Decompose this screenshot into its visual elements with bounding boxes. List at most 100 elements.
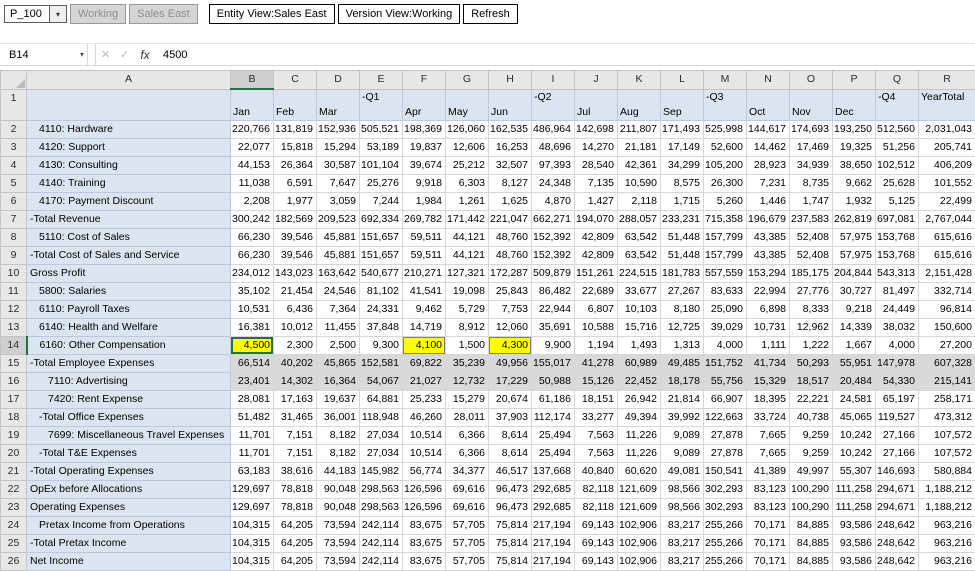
cell-R19[interactable]: 107,572	[919, 427, 975, 445]
row-label[interactable]: 7110: Advertising	[27, 373, 231, 391]
row-number[interactable]: 25	[1, 535, 27, 553]
cell-G9[interactable]: 44,121	[446, 247, 489, 265]
cell-E18[interactable]: 118,948	[360, 409, 403, 427]
cell-F5[interactable]: 9,918	[403, 175, 446, 193]
cell-B23[interactable]: 129,697	[231, 499, 274, 517]
cell-K4[interactable]: 42,361	[618, 157, 661, 175]
cell-R17[interactable]: 258,171	[919, 391, 975, 409]
cell-O26[interactable]: 84,885	[790, 553, 833, 571]
row-label[interactable]: Operating Expenses	[27, 499, 231, 517]
cell-N9[interactable]: 43,385	[747, 247, 790, 265]
entity-view-button[interactable]: Entity View:Sales East	[209, 4, 335, 24]
cell-M22[interactable]: 302,293	[704, 481, 747, 499]
cell-F2[interactable]: 198,369	[403, 121, 446, 139]
row-number[interactable]: 24	[1, 517, 27, 535]
row-label[interactable]: -Total Revenue	[27, 211, 231, 229]
row-label[interactable]: 6140: Health and Welfare	[27, 319, 231, 337]
cell-R6[interactable]: 22,499	[919, 193, 975, 211]
row-number[interactable]: 9	[1, 247, 27, 265]
cell-K16[interactable]: 22,452	[618, 373, 661, 391]
refresh-button[interactable]: Refresh	[463, 4, 518, 24]
cell-J19[interactable]: 7,563	[575, 427, 618, 445]
cell-P8[interactable]: 57,975	[833, 229, 876, 247]
cell-L19[interactable]: 9,089	[661, 427, 704, 445]
cell-M8[interactable]: 157,799	[704, 229, 747, 247]
row-label[interactable]: 6160: Other Compensation	[27, 337, 231, 355]
cell-J25[interactable]: 69,143	[575, 535, 618, 553]
row-number[interactable]: 16	[1, 373, 27, 391]
cell-C22[interactable]: 78,818	[274, 481, 317, 499]
cell-J11[interactable]: 22,689	[575, 283, 618, 301]
row-number[interactable]: 22	[1, 481, 27, 499]
cell-E15[interactable]: 152,581	[360, 355, 403, 373]
cell-N13[interactable]: 10,731	[747, 319, 790, 337]
cell-L23[interactable]: 98,566	[661, 499, 704, 517]
dropdown-arrow-icon[interactable]: ▾	[49, 6, 66, 22]
cell-O6[interactable]: 1,747	[790, 193, 833, 211]
cell-N8[interactable]: 43,385	[747, 229, 790, 247]
cell-P19[interactable]: 10,242	[833, 427, 876, 445]
cell-Q5[interactable]: 25,628	[876, 175, 919, 193]
cell-G5[interactable]: 6,303	[446, 175, 489, 193]
row-number[interactable]: 13	[1, 319, 27, 337]
cell-M24[interactable]: 255,266	[704, 517, 747, 535]
cell-I19[interactable]: 25,494	[532, 427, 575, 445]
formula-input[interactable]: 4500	[156, 49, 975, 61]
cell-I17[interactable]: 61,186	[532, 391, 575, 409]
cell-E22[interactable]: 298,563	[360, 481, 403, 499]
cell-R23[interactable]: 1,188,212	[919, 499, 975, 517]
cell-C21[interactable]: 38,616	[274, 463, 317, 481]
row-label[interactable]: -Total Operating Expenses	[27, 463, 231, 481]
cell-K15[interactable]: 60,989	[618, 355, 661, 373]
cell-D7[interactable]: 209,523	[317, 211, 360, 229]
cell-M7[interactable]: 715,358	[704, 211, 747, 229]
cell-N7[interactable]: 196,679	[747, 211, 790, 229]
cell-C24[interactable]: 64,205	[274, 517, 317, 535]
cell-D14[interactable]: 2,500	[317, 337, 360, 355]
cell-Q9[interactable]: 153,768	[876, 247, 919, 265]
cell-M5[interactable]: 26,300	[704, 175, 747, 193]
cell-E5[interactable]: 25,276	[360, 175, 403, 193]
cell-R3[interactable]: 205,741	[919, 139, 975, 157]
period-header-cell[interactable]: May	[446, 89, 489, 121]
cell-D20[interactable]: 8,182	[317, 445, 360, 463]
cell-C16[interactable]: 14,302	[274, 373, 317, 391]
cell-F15[interactable]: 69,822	[403, 355, 446, 373]
cell-Q13[interactable]: 38,032	[876, 319, 919, 337]
cell-O15[interactable]: 50,293	[790, 355, 833, 373]
cell-O5[interactable]: 8,735	[790, 175, 833, 193]
period-header-cell[interactable]: Mar	[317, 89, 360, 121]
cell-K2[interactable]: 211,807	[618, 121, 661, 139]
row-number[interactable]: 6	[1, 193, 27, 211]
row-label[interactable]: 4140: Training	[27, 175, 231, 193]
cell-G25[interactable]: 57,705	[446, 535, 489, 553]
cell-Q15[interactable]: 147,978	[876, 355, 919, 373]
cell-M25[interactable]: 255,266	[704, 535, 747, 553]
cell-M26[interactable]: 255,266	[704, 553, 747, 571]
cell-P3[interactable]: 19,325	[833, 139, 876, 157]
row-number[interactable]: 10	[1, 265, 27, 283]
cell-B21[interactable]: 63,183	[231, 463, 274, 481]
cell-D23[interactable]: 90,048	[317, 499, 360, 517]
cell-N15[interactable]: 41,734	[747, 355, 790, 373]
cell-I7[interactable]: 662,271	[532, 211, 575, 229]
cell-H9[interactable]: 48,760	[489, 247, 532, 265]
row-label[interactable]: -Total Office Expenses	[27, 409, 231, 427]
cell-O18[interactable]: 40,738	[790, 409, 833, 427]
row-label[interactable]: -Total Pretax Income	[27, 535, 231, 553]
cell-J2[interactable]: 142,698	[575, 121, 618, 139]
cell-L24[interactable]: 83,217	[661, 517, 704, 535]
cell-M20[interactable]: 27,878	[704, 445, 747, 463]
cell-K14[interactable]: 1,493	[618, 337, 661, 355]
cell-F14[interactable]: 4,100	[403, 337, 446, 355]
cell-L7[interactable]: 233,231	[661, 211, 704, 229]
name-box-dropdown-icon[interactable]: ▾	[80, 50, 84, 59]
cell-K8[interactable]: 63,542	[618, 229, 661, 247]
cell-I25[interactable]: 217,194	[532, 535, 575, 553]
cell-C17[interactable]: 17,163	[274, 391, 317, 409]
cell-C7[interactable]: 182,569	[274, 211, 317, 229]
cell-M18[interactable]: 122,663	[704, 409, 747, 427]
cell-F21[interactable]: 56,774	[403, 463, 446, 481]
period-header-cell[interactable]: Sep	[661, 89, 704, 121]
column-header-K[interactable]: K	[618, 71, 661, 90]
